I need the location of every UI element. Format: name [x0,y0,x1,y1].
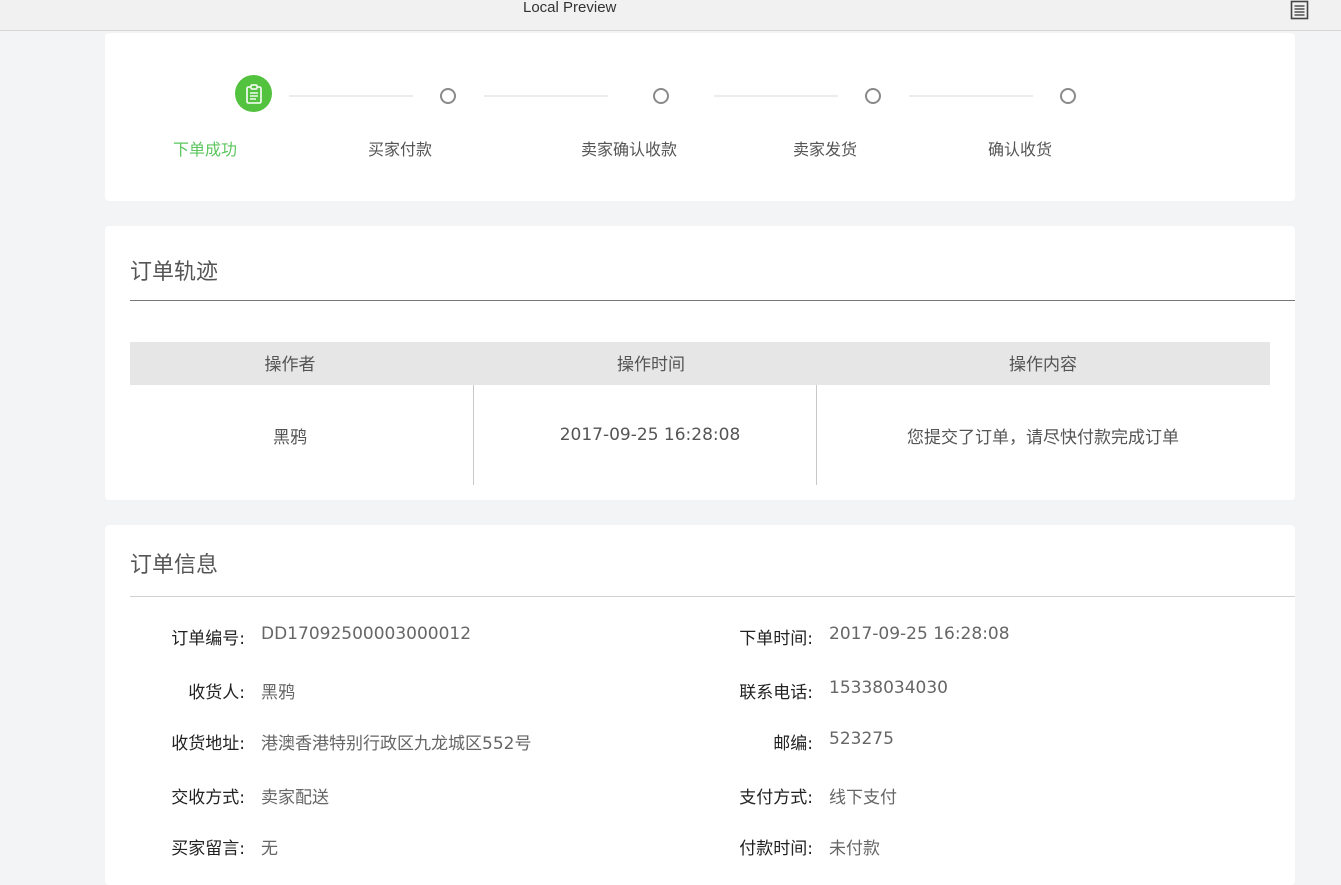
payment-method-label: 支付方式: [739,788,813,808]
column-header: 操作时间 [617,355,685,375]
step-confirm-receipt-indicator [1060,88,1076,104]
step-connector [909,95,1033,97]
cell-content: 您提交了订单，请尽快付款完成订单 [907,428,1179,448]
step-seller-ship-indicator [865,88,881,104]
step-order-placed-indicator [235,75,272,112]
table-header: 操作者 操作时间 操作内容 [130,342,1270,385]
section-divider [130,300,1295,301]
step-label: 确认收货 [988,140,1053,159]
step-connector [484,95,608,97]
order-info-card: 订单信息 订单编号: DD17092500003000012 收货人: 黑鸦 收… [105,525,1295,885]
step-connector [714,95,838,97]
section-title: 订单信息 [130,553,219,578]
column-header: 操作者 [264,355,316,375]
address-value: 港澳香港特别行政区九龙城区552号 [261,734,532,754]
address-label: 收货地址: [171,734,245,754]
phone-value: 15338034030 [829,678,948,698]
step-seller-confirm-indicator [653,88,669,104]
delivery-method-label: 交收方式: [171,788,245,808]
phone-label: 联系电话: [739,683,813,703]
column-header: 操作内容 [1009,355,1077,375]
step-connector [289,95,413,97]
payment-time-value: 未付款 [829,839,880,859]
step-label: 买家付款 [368,140,433,159]
order-track-card: 订单轨迹 操作者 操作时间 操作内容 黑鸦 2017-09-25 16:28:0… [105,226,1295,500]
order-number-label: 订单编号: [171,629,245,649]
postcode-value: 523275 [829,729,894,749]
order-time-value: 2017-09-25 16:28:08 [829,624,1010,644]
order-progress-card: 下单成功 买家付款 卖家确认收款 卖家发货 确认收货 [105,33,1295,201]
postcode-label: 邮编: [773,734,813,754]
window-titlebar: Local Preview [0,0,1341,31]
section-divider [130,596,1295,597]
payment-time-label: 付款时间: [739,839,813,859]
step-label: 卖家发货 [793,140,858,159]
step-buyer-pay-indicator [440,88,456,104]
receiver-label: 收货人: [188,683,245,703]
buyer-message-value: 无 [261,839,278,859]
document-icon[interactable] [1290,0,1309,20]
buyer-message-label: 买家留言: [171,839,245,859]
order-time-label: 下单时间: [739,629,813,649]
order-number-value: DD17092500003000012 [261,624,472,644]
receiver-value: 黑鸦 [261,683,295,703]
payment-method-value: 线下支付 [829,788,897,808]
delivery-method-value: 卖家配送 [261,788,329,808]
window-title: Local Preview [523,0,617,16]
cell-time: 2017-09-25 16:28:08 [559,425,741,445]
section-title: 订单轨迹 [130,260,219,285]
clipboard-icon [245,83,262,104]
step-label: 卖家确认收款 [581,140,678,159]
step-label: 下单成功 [173,140,238,159]
cell-operator: 黑鸦 [273,428,307,448]
